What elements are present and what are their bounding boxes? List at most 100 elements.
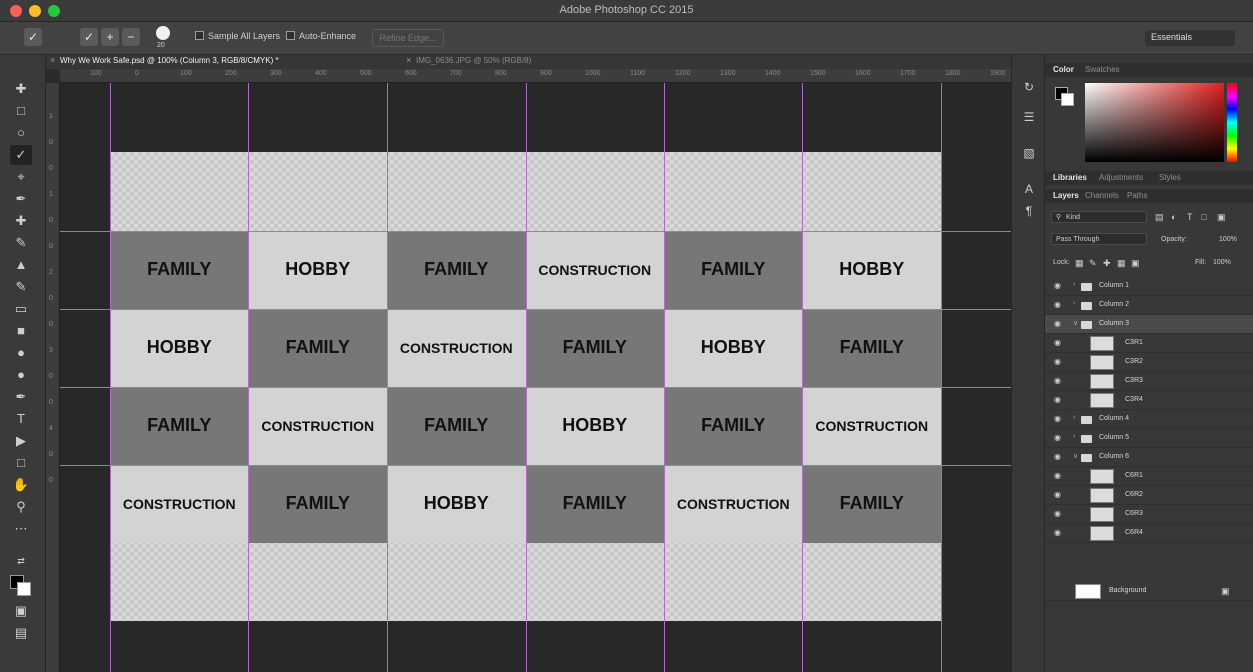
tile-family[interactable]: FAMILY — [525, 309, 664, 387]
tile-family[interactable]: FAMILY — [387, 387, 526, 465]
vertical-ruler[interactable]: 1 0 0 1 0 0 2 0 0 3 0 0 4 0 0 — [46, 83, 60, 672]
opacity-value[interactable]: 100% — [1219, 236, 1237, 243]
visibility-eye-icon[interactable]: ◉ — [1054, 433, 1061, 442]
history-panel-icon[interactable]: ↻ — [1021, 79, 1037, 95]
brush-tool-icon[interactable]: ✎ — [10, 233, 32, 253]
subtract-from-selection-icon[interactable]: − — [122, 28, 140, 46]
visibility-eye-icon[interactable]: ◉ — [1054, 338, 1061, 347]
layer-row[interactable]: ◉ › Column 4 — [1045, 410, 1253, 429]
visibility-eye-icon[interactable]: ◉ — [1054, 319, 1061, 328]
add-to-selection-icon[interactable]: + — [101, 28, 119, 46]
clone-stamp-tool-icon[interactable]: ▲ — [10, 255, 32, 275]
layer-row[interactable]: ◉ C6R1 — [1045, 467, 1253, 486]
color-picker-field[interactable] — [1085, 83, 1224, 162]
layer-row[interactable]: ◉ C6R2 — [1045, 486, 1253, 505]
lock-transparent-icon[interactable]: ▦ — [1075, 258, 1084, 269]
paragraph-panel-icon[interactable]: ¶ — [1021, 203, 1037, 219]
tile-family[interactable]: FAMILY — [664, 231, 803, 309]
hand-tool-icon[interactable]: ✋ — [10, 475, 32, 495]
swap-colors-icon[interactable]: ⇄ — [10, 551, 32, 571]
layer-row[interactable]: ◉ C3R1 — [1045, 334, 1253, 353]
hue-slider[interactable] — [1227, 83, 1237, 162]
screen-mode-icon[interactable]: ▤ — [10, 623, 32, 643]
horizontal-guide[interactable] — [60, 465, 1011, 466]
horizontal-guide[interactable] — [60, 231, 1011, 232]
vertical-guide[interactable] — [110, 83, 111, 672]
document-canvas-area[interactable]: FAMILY HOBBY FAMILY CONSTRUCTION FAMILY HOBBY… — [60, 83, 1011, 672]
vertical-guide[interactable] — [248, 83, 249, 672]
chevron-right-icon[interactable]: › — [1073, 281, 1075, 288]
tile-family[interactable]: FAMILY — [248, 309, 387, 387]
workspace-switcher[interactable]: Essentials — [1145, 30, 1235, 46]
tile-family[interactable]: FAMILY — [802, 309, 941, 387]
visibility-eye-icon[interactable]: ◉ — [1054, 281, 1061, 290]
tab-styles[interactable]: Styles — [1159, 173, 1181, 182]
vertical-guide[interactable] — [941, 83, 942, 672]
tile-construction[interactable]: CONSTRUCTION — [802, 387, 941, 465]
layer-row[interactable]: ◉ ∨ Column 6 — [1045, 448, 1253, 467]
close-tab-icon[interactable]: × — [50, 55, 55, 65]
character-panel-icon[interactable]: A — [1021, 181, 1037, 197]
tile-construction[interactable]: CONSTRUCTION — [248, 387, 387, 465]
new-selection-icon[interactable]: ✓ — [80, 28, 98, 46]
chevron-right-icon[interactable]: › — [1073, 414, 1075, 421]
chevron-right-icon[interactable]: › — [1073, 300, 1075, 307]
lasso-tool-icon[interactable]: ○ — [10, 123, 32, 143]
blur-tool-icon[interactable]: ● — [10, 343, 32, 363]
pixel-filter-icon[interactable]: ▤ — [1155, 212, 1164, 223]
layer-row[interactable]: ◉ › Column 2 — [1045, 296, 1253, 315]
adjustment-filter-icon[interactable]: ◐ — [1171, 212, 1176, 222]
zoom-tool-icon[interactable]: ⚲ — [10, 497, 32, 517]
tile-construction[interactable]: CONSTRUCTION — [387, 309, 526, 387]
tile-hobby[interactable]: HOBBY — [525, 387, 664, 465]
layer-row[interactable]: ◉ C6R3 — [1045, 505, 1253, 524]
tile-construction[interactable]: CONSTRUCTION — [664, 465, 803, 543]
properties-panel-icon[interactable]: ☰ — [1021, 109, 1037, 125]
blend-mode-select[interactable]: Pass Through — [1051, 233, 1147, 245]
layer-row[interactable]: ◉ C3R2 — [1045, 353, 1253, 372]
tab-adjustments[interactable]: Adjustments — [1099, 173, 1143, 182]
layer-row[interactable]: ◉ › Column 5 — [1045, 429, 1253, 448]
layer-row[interactable]: ◉ C3R4 — [1045, 391, 1253, 410]
tile-hobby[interactable]: HOBBY — [387, 465, 526, 543]
eyedropper-tool-icon[interactable]: ✒ — [10, 189, 32, 209]
visibility-eye-icon[interactable]: ◉ — [1054, 528, 1061, 537]
layer-row[interactable]: ◉ ∨ Column 3 — [1045, 315, 1253, 334]
tile-construction[interactable]: CONSTRUCTION — [525, 231, 664, 309]
tab-color[interactable]: Color — [1053, 65, 1074, 74]
tile-family[interactable]: FAMILY — [387, 231, 526, 309]
visibility-eye-icon[interactable]: ◉ — [1054, 300, 1061, 309]
eraser-tool-icon[interactable]: ▭ — [10, 299, 32, 319]
tile-hobby[interactable]: HOBBY — [248, 231, 387, 309]
tile-family[interactable]: FAMILY — [248, 465, 387, 543]
visibility-eye-icon[interactable]: ◉ — [1054, 471, 1061, 480]
lock-position-icon[interactable]: ✚ — [1103, 258, 1111, 269]
more-tools-icon[interactable]: ⋯ — [10, 519, 32, 539]
type-filter-icon[interactable]: T — [1187, 212, 1193, 222]
layer-row-background[interactable]: Background ▣ — [1045, 582, 1253, 601]
vertical-guide[interactable] — [664, 83, 665, 672]
quick-selection-tool-icon[interactable]: ✓ — [10, 145, 32, 165]
crop-tool-icon[interactable]: ⌖ — [10, 167, 32, 187]
shape-tool-icon[interactable]: □ — [10, 453, 32, 473]
layer-row[interactable]: ◉ C3R3 — [1045, 372, 1253, 391]
layer-row[interactable]: ◉ C6R4 — [1045, 524, 1253, 543]
lock-all-icon[interactable]: ▣ — [1131, 258, 1140, 269]
visibility-eye-icon[interactable]: ◉ — [1054, 395, 1061, 404]
chevron-down-icon[interactable]: ∨ — [1073, 452, 1078, 460]
brush-preview-icon[interactable] — [156, 26, 170, 40]
chevron-right-icon[interactable]: › — [1073, 433, 1075, 440]
pen-tool-icon[interactable]: ✒ — [10, 387, 32, 407]
tile-family[interactable]: FAMILY — [110, 231, 249, 309]
tab-layers[interactable]: Layers — [1053, 191, 1079, 200]
fill-value[interactable]: 100% — [1213, 259, 1231, 266]
tile-family[interactable]: FAMILY — [110, 387, 249, 465]
gradient-tool-icon[interactable]: ■ — [10, 321, 32, 341]
dodge-tool-icon[interactable]: ● — [10, 365, 32, 385]
quick-mask-icon[interactable]: ▣ — [10, 601, 32, 621]
visibility-eye-icon[interactable]: ◉ — [1054, 376, 1061, 385]
horizontal-guide[interactable] — [60, 309, 1011, 310]
vertical-guide[interactable] — [802, 83, 803, 672]
history-brush-tool-icon[interactable]: ✎ — [10, 277, 32, 297]
refine-edge-button[interactable]: Refine Edge... — [372, 29, 444, 47]
